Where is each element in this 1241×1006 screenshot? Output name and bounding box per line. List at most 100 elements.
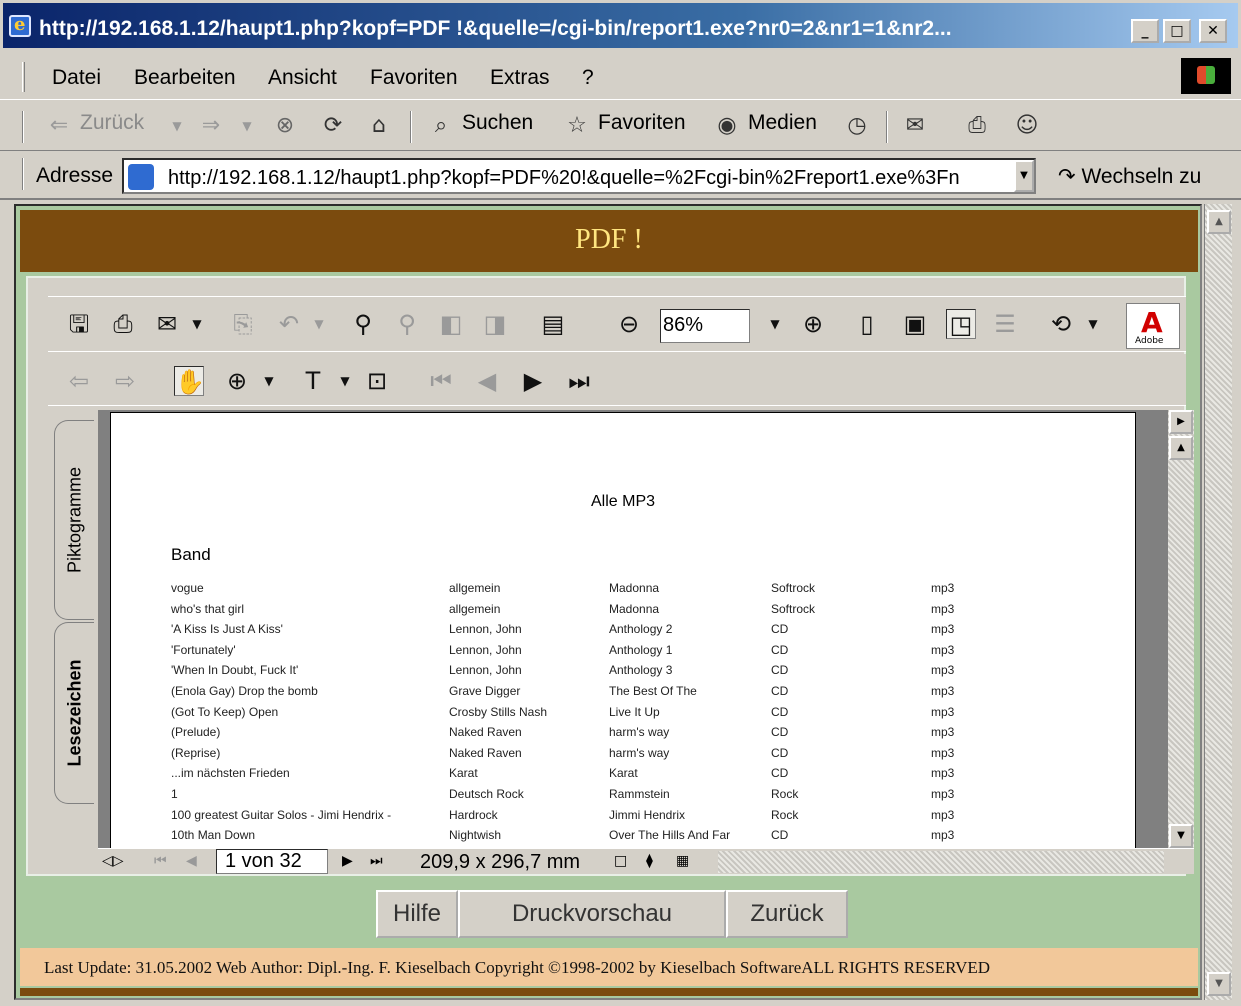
back-page-button[interactable]: Zurück bbox=[726, 890, 848, 938]
search-doc-icon[interactable]: ⚲ bbox=[392, 309, 422, 339]
print-preview-button[interactable]: Druckvorschau bbox=[458, 890, 726, 938]
refresh-icon[interactable]: ⟳ bbox=[318, 111, 348, 141]
menu-help[interactable]: ? bbox=[582, 66, 594, 90]
menu-bar: Datei Bearbeiten Ansicht Favoriten Extra… bbox=[0, 54, 1241, 100]
hand-tool-icon[interactable]: ✋ bbox=[174, 366, 205, 396]
tab-piktogramme-label: Piktogramme bbox=[64, 466, 84, 574]
fit-width-icon[interactable]: ◳ bbox=[946, 309, 976, 339]
adobe-logo[interactable]: Adobe bbox=[1126, 303, 1180, 349]
back-button[interactable]: Zurück bbox=[80, 111, 144, 135]
minimize-button[interactable]: _ bbox=[1131, 19, 1159, 43]
rotate-dropdown-icon[interactable]: ▼ bbox=[1078, 309, 1108, 339]
back-dropdown-icon[interactable]: ▼ bbox=[162, 111, 192, 141]
menu-favoriten[interactable]: Favoriten bbox=[370, 66, 458, 90]
text-select-icon[interactable]: T bbox=[298, 366, 328, 396]
document-horizontal-scrollbar[interactable] bbox=[718, 851, 1164, 873]
address-dropdown-icon[interactable]: ▼ bbox=[1014, 160, 1034, 192]
close-button[interactable]: ✕ bbox=[1199, 19, 1227, 43]
print-icon[interactable]: ⎙ bbox=[962, 111, 992, 141]
undo-icon[interactable]: ↶ bbox=[274, 309, 304, 339]
forward-dropdown-icon[interactable]: ▼ bbox=[232, 111, 262, 141]
go-back-icon[interactable]: ⇦ bbox=[64, 366, 94, 396]
status-prev-page-icon[interactable]: ◀ bbox=[186, 853, 197, 869]
email-dropdown-icon[interactable]: ▼ bbox=[182, 309, 212, 339]
next-page-icon[interactable]: ▶ bbox=[518, 366, 548, 396]
first-page-icon[interactable]: ⏮ bbox=[426, 366, 456, 396]
scroll-up-icon[interactable]: ▲ bbox=[1169, 436, 1193, 460]
browser-scroll-up-icon[interactable]: ▲ bbox=[1207, 210, 1231, 234]
table-cell: mp3 bbox=[931, 704, 955, 719]
address-url[interactable]: http://192.168.1.12/haupt1.php?kopf=PDF%… bbox=[168, 167, 1012, 190]
footer-text: Last Update: 31.05.2002 Web Author: Dipl… bbox=[44, 958, 991, 977]
home-icon[interactable]: ⌂ bbox=[364, 111, 394, 141]
expand-pane-icon[interactable]: ▶ bbox=[1169, 410, 1193, 434]
menu-ansicht[interactable]: Ansicht bbox=[268, 66, 337, 90]
next-view-icon[interactable]: ◨ bbox=[480, 309, 510, 339]
history-icon[interactable]: ◷ bbox=[842, 111, 872, 141]
print-icon[interactable]: ⎙ bbox=[108, 309, 138, 339]
menu-datei[interactable]: Datei bbox=[52, 66, 101, 90]
zoom-tool-dropdown-icon[interactable]: ▼ bbox=[254, 366, 284, 396]
pdf-document-area[interactable]: Alle MP3 Band vogue allgemein Madonna Softr… bbox=[98, 410, 1168, 850]
zoom-dropdown-icon[interactable]: ▼ bbox=[760, 309, 790, 339]
address-input[interactable]: http://192.168.1.12/haupt1.php?kopf=PDF%… bbox=[122, 158, 1036, 194]
actual-size-icon[interactable]: ▯ bbox=[852, 309, 882, 339]
find-icon[interactable]: ⚲ bbox=[348, 309, 378, 339]
split-pane-icon[interactable]: ◁▷ bbox=[102, 853, 124, 869]
search-button[interactable]: Suchen bbox=[462, 111, 533, 135]
menu-grip bbox=[22, 62, 25, 92]
table-cell: Rock bbox=[771, 787, 799, 801]
mail-icon[interactable]: ✉ bbox=[900, 111, 930, 141]
tab-piktogramme[interactable]: Piktogramme bbox=[54, 420, 94, 620]
table-cell: mp3 bbox=[931, 581, 955, 595]
menu-bearbeiten[interactable]: Bearbeiten bbox=[134, 66, 236, 90]
zoom-tool-icon[interactable]: ⊕ bbox=[222, 366, 252, 396]
single-page-icon[interactable]: □ bbox=[614, 853, 627, 869]
page-size: 209,9 x 296,7 mm bbox=[420, 851, 581, 873]
facing-icon[interactable]: ▦ bbox=[676, 853, 689, 869]
status-last-page-icon[interactable]: ⏭ bbox=[370, 853, 383, 869]
text-select-dropdown-icon[interactable]: ▼ bbox=[330, 366, 360, 396]
fit-page-icon[interactable]: ▣ bbox=[900, 309, 930, 339]
messenger-icon[interactable]: ☺ bbox=[1012, 111, 1042, 141]
media-button[interactable]: Medien bbox=[748, 111, 817, 135]
browser-vertical-scrollbar[interactable]: ▲ ▼ bbox=[1204, 204, 1232, 1000]
table-cell: mp3 bbox=[931, 601, 955, 616]
zoom-in-icon[interactable]: ⊕ bbox=[798, 309, 828, 339]
table-cell: CD bbox=[771, 642, 789, 657]
status-first-page-icon[interactable]: ⏮ bbox=[154, 853, 167, 869]
forward-arrow-icon[interactable]: ⇒ bbox=[196, 111, 226, 141]
menu-extras[interactable]: Extras bbox=[490, 66, 550, 90]
table-cell: mp3 bbox=[931, 684, 955, 698]
undo-dropdown-icon[interactable]: ▼ bbox=[304, 309, 334, 339]
page-icon bbox=[128, 164, 154, 190]
windows-logo bbox=[1181, 58, 1231, 94]
page-number-field[interactable]: 1 von 32 bbox=[216, 849, 328, 874]
copy-icon[interactable]: ⎘ bbox=[228, 309, 258, 339]
email-icon[interactable]: ✉ bbox=[152, 309, 182, 339]
table-cell: (Reprise) bbox=[171, 745, 221, 760]
tab-lesezeichen[interactable]: Lesezeichen bbox=[54, 622, 94, 804]
save-icon[interactable]: 🖫 bbox=[64, 309, 94, 339]
continuous-icon[interactable]: ⧫ bbox=[646, 853, 653, 869]
help-button[interactable]: Hilfe bbox=[376, 890, 458, 938]
stop-icon[interactable]: ⊗ bbox=[270, 111, 300, 141]
prev-view-icon[interactable]: ◧ bbox=[436, 309, 466, 339]
snapshot-icon[interactable]: ⊡ bbox=[362, 366, 392, 396]
zoom-input[interactable]: 86% bbox=[660, 309, 750, 343]
prev-page-icon[interactable]: ◀ bbox=[472, 366, 502, 396]
reflow-icon[interactable]: ☰ bbox=[990, 309, 1020, 339]
show-pane-icon[interactable]: ▤ bbox=[538, 309, 568, 339]
browser-scroll-down-icon[interactable]: ▼ bbox=[1207, 972, 1231, 996]
last-page-icon[interactable]: ⏭ bbox=[564, 366, 594, 396]
rotate-icon[interactable]: ⟲ bbox=[1046, 309, 1076, 339]
maximize-button[interactable]: □ bbox=[1163, 19, 1191, 43]
go-button[interactable]: ↷ Wechseln zu bbox=[1058, 164, 1201, 189]
favorites-button[interactable]: Favoriten bbox=[598, 111, 686, 135]
scroll-down-icon[interactable]: ▼ bbox=[1169, 824, 1193, 848]
status-next-page-icon[interactable]: ▶ bbox=[342, 853, 353, 869]
document-vertical-scrollbar[interactable]: ▶ ▲ ▼ bbox=[1168, 410, 1194, 850]
go-forward-icon[interactable]: ⇨ bbox=[110, 366, 140, 396]
zoom-out-icon[interactable]: ⊖ bbox=[614, 309, 644, 339]
toolbar-grip bbox=[22, 111, 24, 143]
